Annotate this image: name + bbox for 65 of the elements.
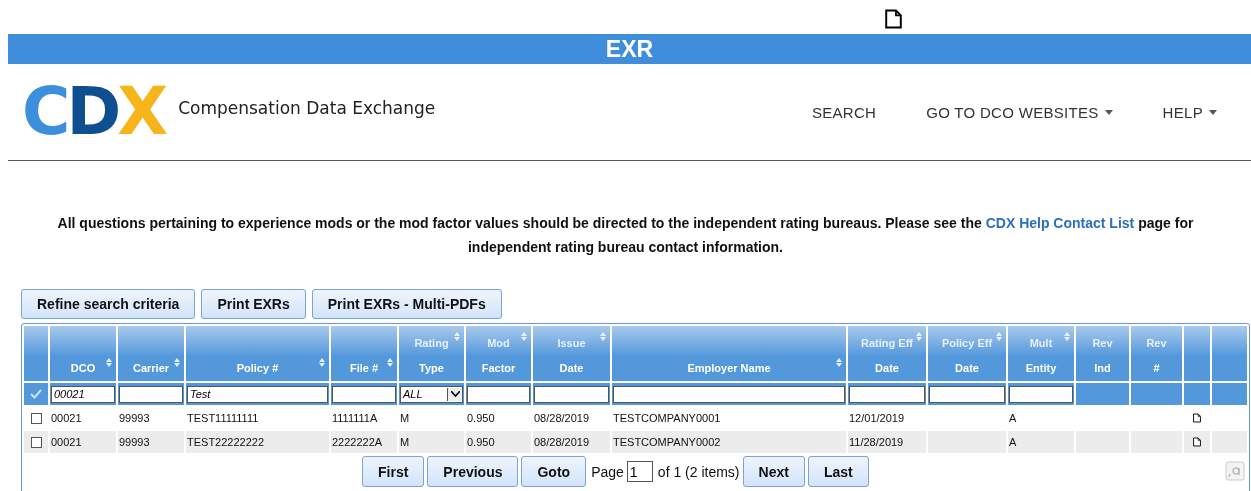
table-cell: TEST22222222 [187, 436, 265, 448]
sort-icon[interactable] [174, 358, 180, 367]
filter-field[interactable] [613, 385, 845, 403]
table-cell: 00021 [51, 412, 82, 424]
pager-button[interactable]: Previous [427, 456, 519, 487]
table-cell: 0.950 [467, 412, 495, 424]
help-contact-link[interactable]: CDX Help Contact List [985, 215, 1135, 231]
filter-field[interactable] [534, 385, 609, 403]
filter-field[interactable] [1009, 385, 1073, 403]
table-cell: 1111111A [332, 412, 378, 424]
sort-icon[interactable] [106, 358, 112, 367]
document-icon[interactable] [1193, 413, 1201, 423]
table-cell: 99993 [119, 412, 150, 424]
page-label: Page [591, 463, 624, 480]
cdx-logo: CDX [22, 79, 165, 145]
logo-tagline: Compensation Data Exchange [178, 98, 436, 118]
sort-icon[interactable] [319, 358, 325, 367]
filter-field[interactable] [467, 385, 530, 403]
table-cell: 08/28/2019 [534, 412, 590, 424]
table-cell: 0.950 [467, 436, 495, 448]
page-field[interactable]: 1 [626, 461, 653, 482]
table-cell: 00021 [51, 436, 82, 448]
filter-field[interactable]: 00021 [51, 385, 115, 403]
table-cell: A [1009, 436, 1017, 448]
nav-link[interactable]: SEARCH [811, 103, 877, 121]
pager-button[interactable]: Last [807, 456, 869, 487]
nav-link[interactable]: HELP [1162, 103, 1203, 121]
filter-field[interactable] [332, 385, 396, 403]
action-button[interactable]: Print EXRs - Multi-PDFs [311, 289, 502, 319]
pager-button[interactable]: Goto [521, 456, 587, 487]
header-cell [1212, 326, 1247, 381]
table-cell: TESTCOMPANY0002 [613, 436, 721, 448]
action-button[interactable]: Print EXRs [201, 289, 306, 319]
chevron-down-icon[interactable] [450, 391, 460, 397]
table-cell: A [1009, 412, 1017, 424]
filter-field[interactable] [849, 385, 925, 403]
table-cell: TESTCOMPANY0001 [613, 412, 721, 424]
table-cell: 11/28/2019 [849, 436, 904, 448]
table-cell: 2222222A [332, 436, 383, 448]
action-button[interactable]: Refine search criteria [21, 289, 196, 319]
table-cell: 12/01/2019 [849, 412, 905, 424]
sort-icon[interactable] [836, 358, 842, 367]
row-checkbox[interactable] [30, 412, 42, 424]
header-cell [24, 326, 48, 381]
table-cell: 08/28/2019 [534, 436, 590, 448]
filter-field[interactable] [929, 385, 1005, 403]
row-checkbox[interactable] [30, 436, 42, 448]
document-icon[interactable] [1193, 437, 1201, 447]
nav-link[interactable]: GO TO DCO WEBSITES [926, 103, 1099, 121]
table-cell: TEST11111111 [187, 412, 259, 424]
filter-field[interactable]: Test [187, 385, 328, 403]
sort-icon[interactable] [387, 358, 393, 367]
pager-button[interactable]: First [362, 456, 425, 487]
header-cell [1184, 326, 1210, 381]
document-icon [885, 9, 902, 29]
table-cell: M [400, 436, 410, 448]
page-count: of 1 (2 items) [657, 463, 740, 480]
filter-field[interactable] [119, 385, 183, 403]
banner-title: EXR [605, 35, 654, 63]
pager-button[interactable]: Next [742, 456, 805, 487]
table-cell: M [400, 412, 410, 424]
filter-dropdown[interactable]: ALL [400, 385, 463, 403]
notice-text: All questions pertaining to experience mods or the mod factor values should be directed to the independent rating bureaus. Please see the CDX Help Contact List page for independent rating bureau contact information. [56, 214, 1195, 257]
check-icon[interactable] [30, 389, 42, 399]
table-cell: 99993 [119, 436, 150, 448]
